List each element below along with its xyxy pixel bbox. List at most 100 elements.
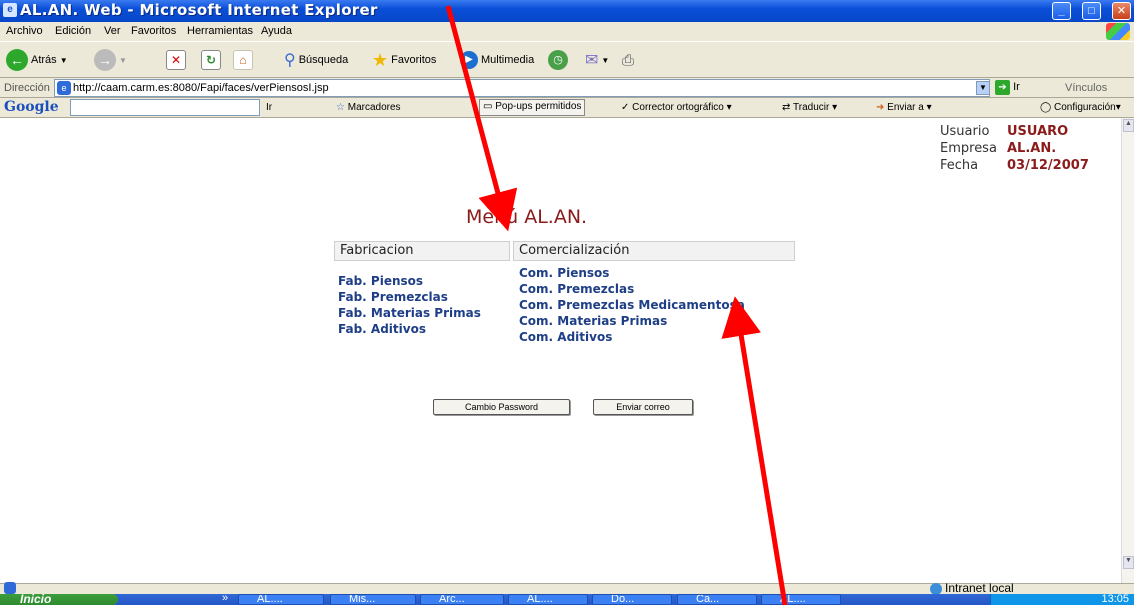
settings-label: Configuración — [1053, 102, 1116, 113]
title-bar: e AL.AN. Web - Microsoft Internet Explor… — [0, 0, 1134, 22]
spellcheck-icon: ✓ — [621, 102, 630, 113]
com-piensos-link[interactable]: Com. Piensos — [519, 266, 609, 280]
minimize-button[interactable]: _ — [1052, 2, 1071, 20]
multimedia-icon: ▶ — [460, 51, 478, 69]
translate-button[interactable]: ⇄ Traducir ▾ — [782, 102, 837, 113]
vertical-scrollbar[interactable]: ▲ ▼ — [1121, 118, 1134, 583]
back-label: Atrás — [31, 54, 57, 66]
search-icon: ⚲ — [284, 52, 296, 69]
favorites-button[interactable]: ★ Favoritos — [372, 48, 436, 72]
com-materias-primas-link[interactable]: Com. Materias Primas — [519, 314, 667, 328]
multimedia-button[interactable]: ▶ Multimedia — [460, 48, 534, 72]
scroll-down-icon[interactable]: ▼ — [1123, 556, 1134, 569]
task-button[interactable]: AL.... — [508, 594, 588, 605]
history-icon: ◷ — [548, 50, 568, 70]
spellcheck-button[interactable]: ✓ Corrector ortográfico ▾ — [621, 102, 732, 113]
send-icon: ➜ — [876, 102, 885, 113]
translate-icon: ⇄ — [782, 102, 791, 113]
menu-archivo[interactable]: Archivo — [6, 25, 43, 37]
menu-ayuda[interactable]: Ayuda — [261, 25, 292, 37]
menu-bar: Archivo Edición Ver Favoritos Herramient… — [0, 22, 1134, 41]
com-premezclas-medicamentosa-link[interactable]: Com. Premezclas Medicamentosa — [519, 298, 745, 312]
address-label: Dirección — [4, 82, 50, 94]
task-button[interactable]: Arc... — [420, 594, 504, 605]
window-title: AL.AN. Web - Microsoft Internet Explorer — [20, 1, 378, 19]
google-go-button[interactable]: Ir — [266, 102, 272, 113]
task-button[interactable]: AL.... — [238, 594, 324, 605]
links-label[interactable]: Vínculos — [1065, 82, 1107, 94]
home-button[interactable]: ⌂ — [233, 48, 253, 72]
google-go-label: Ir — [266, 102, 273, 113]
status-ie-icon — [4, 582, 16, 594]
popup-icon: ▭ — [483, 101, 493, 112]
fab-materias-primas-link[interactable]: Fab. Materias Primas — [338, 306, 481, 320]
task-button[interactable]: Mis... — [330, 594, 416, 605]
go-label: Ir — [1013, 81, 1020, 93]
fab-premezclas-link[interactable]: Fab. Premezclas — [338, 290, 448, 304]
close-button[interactable]: ✕ — [1112, 2, 1131, 20]
scroll-up-icon[interactable]: ▲ — [1123, 119, 1134, 132]
forward-button[interactable]: → ▼ — [94, 48, 127, 72]
history-button[interactable]: ◷ — [548, 48, 568, 72]
start-button[interactable]: Inicio — [0, 592, 118, 605]
favorites-label: Favoritos — [391, 54, 437, 66]
menu-favoritos[interactable]: Favoritos — [131, 25, 176, 37]
address-dropdown-icon[interactable]: ▼ — [976, 81, 990, 95]
translate-label: Traducir — [793, 102, 830, 113]
task-button[interactable]: Do... — [592, 594, 672, 605]
menu-herramientas[interactable]: Herramientas — [187, 25, 253, 37]
bookmarks-button[interactable]: ☆ Marcadores — [336, 102, 401, 113]
stop-button[interactable]: ✕ — [166, 48, 186, 72]
fab-piensos-link[interactable]: Fab. Piensos — [338, 274, 423, 288]
quicklaunch-more-icon[interactable]: » — [222, 592, 228, 604]
start-label: Inicio — [20, 592, 52, 605]
send-label: Enviar a — [887, 102, 924, 113]
refresh-icon: ↻ — [201, 50, 221, 70]
enviar-correo-button[interactable]: Enviar correo — [593, 399, 693, 415]
fabricacion-header: Fabricacion — [334, 241, 510, 261]
com-premezclas-link[interactable]: Com. Premezclas — [519, 282, 634, 296]
fab-aditivos-link[interactable]: Fab. Aditivos — [338, 322, 426, 336]
send-to-button[interactable]: ➜ Enviar a ▾ — [876, 102, 932, 113]
mail-dropdown-icon: ▼ — [601, 55, 610, 65]
star-icon: ★ — [372, 49, 389, 70]
google-toolbar: Google Ir ☆ Marcadores ▭ Pop-ups permiti… — [0, 98, 1134, 118]
go-button[interactable]: ➔ Ir — [995, 80, 1033, 96]
page-icon: e — [57, 81, 71, 95]
stop-icon: ✕ — [166, 50, 186, 70]
status-bar: Intranet local — [0, 581, 1134, 595]
cambio-password-button[interactable]: Cambio Password — [433, 399, 570, 415]
address-input[interactable]: e http://caam.carm.es:8080/Fapi/faces/ve… — [54, 79, 990, 97]
bookmarks-label: Marcadores — [347, 102, 401, 113]
refresh-button[interactable]: ↻ — [201, 48, 221, 72]
settings-button[interactable]: ◯ Configuración▾ — [1040, 102, 1121, 113]
address-bar: Dirección e http://caam.carm.es:8080/Fap… — [0, 78, 1134, 98]
date-row: Fecha 03/12/2007 — [940, 157, 1089, 174]
screen: e AL.AN. Web - Microsoft Internet Explor… — [0, 0, 1134, 605]
page-content: Usuario USUARO Empresa AL.AN. Fecha 03/1… — [0, 118, 1121, 583]
search-button[interactable]: ⚲ Búsqueda — [284, 48, 348, 72]
spellcheck-label: Corrector ortográfico — [632, 102, 724, 113]
address-url: http://caam.carm.es:8080/Fapi/faces/verP… — [73, 82, 329, 94]
maximize-button[interactable]: □ — [1082, 2, 1101, 20]
com-aditivos-link[interactable]: Com. Aditivos — [519, 330, 612, 344]
google-search-input[interactable] — [70, 99, 260, 116]
empresa-label: Empresa — [940, 141, 997, 156]
search-label: Búsqueda — [298, 54, 349, 66]
print-icon: ⎙ — [622, 51, 635, 69]
task-button[interactable]: AL.... — [761, 594, 841, 605]
menu-title: Menú AL.AN. — [466, 206, 588, 228]
windows-logo-icon — [1106, 23, 1130, 40]
home-icon: ⌂ — [233, 50, 253, 70]
menu-ver[interactable]: Ver — [104, 25, 121, 37]
user-row: Usuario USUARO — [940, 123, 1089, 140]
comercializacion-header: Comercialización — [513, 241, 795, 261]
print-button[interactable]: ⎙ — [622, 48, 634, 72]
back-dropdown-icon: ▼ — [59, 55, 68, 65]
mail-button[interactable]: ✉ ▼ — [585, 48, 609, 72]
task-button[interactable]: Ca... — [677, 594, 757, 605]
menu-edicion[interactable]: Edición — [55, 25, 91, 37]
back-button[interactable]: ← Atrás ▼ — [6, 48, 68, 72]
popups-button[interactable]: ▭ Pop-ups permitidos — [479, 99, 586, 116]
usuario-label: Usuario — [940, 124, 990, 139]
